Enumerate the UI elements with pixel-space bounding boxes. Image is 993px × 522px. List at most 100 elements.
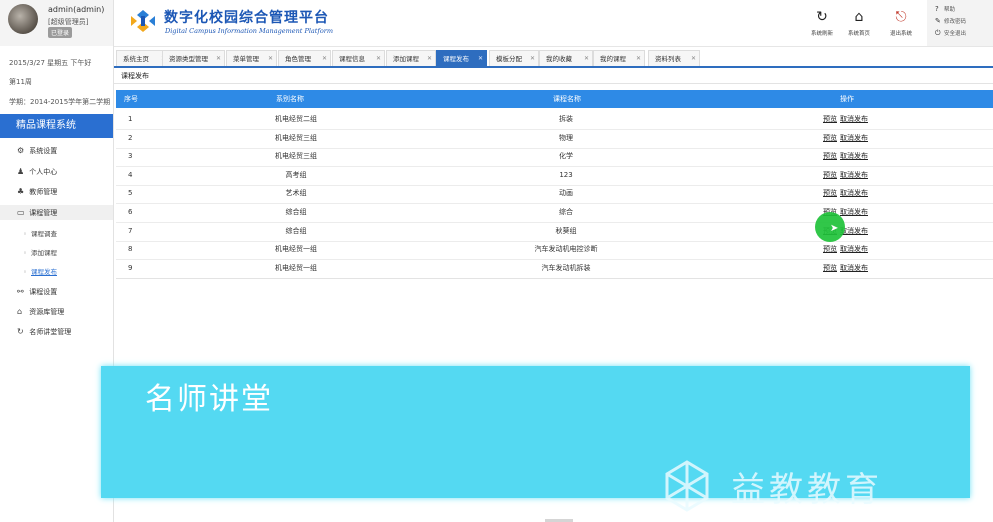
preview-link[interactable]: 预览 bbox=[823, 264, 837, 272]
unpublish-link[interactable]: 取消发布 bbox=[840, 171, 868, 179]
header: 数字化校园综合管理平台 Digital Campus Information M… bbox=[114, 0, 993, 47]
week-text: 第11周 bbox=[9, 78, 32, 86]
tab-label: 模板分配 bbox=[496, 55, 522, 63]
close-icon[interactable]: ✕ bbox=[584, 51, 589, 67]
close-icon[interactable]: ✕ bbox=[530, 51, 535, 67]
department-name: 机电经贸一组 bbox=[275, 245, 317, 254]
app-subtitle: Digital Campus Information Management Pl… bbox=[165, 27, 334, 35]
pencil-icon: ✎ bbox=[935, 17, 941, 25]
user-panel: admin(admin) [超级管理员] 已登录 bbox=[0, 0, 113, 46]
preview-link[interactable]: 预览 bbox=[823, 171, 837, 179]
row-number: 1 bbox=[128, 115, 133, 123]
tab-label: 添加课程 bbox=[393, 55, 419, 63]
course-name: 汽车发动机拆装 bbox=[541, 263, 591, 272]
tab-course-publish[interactable]: 课程发布 ✕ bbox=[436, 50, 487, 66]
course-name: 动画 bbox=[559, 189, 573, 198]
sidebar-item-course-settings[interactable]: ⚯ 课程设置 bbox=[17, 287, 57, 297]
sidebar-subitem-course-survey[interactable]: ◦ 课程调查 bbox=[23, 228, 57, 238]
sidebar-subitem-add-course[interactable]: ◦ 添加课程 bbox=[23, 247, 57, 257]
close-icon[interactable]: ✕ bbox=[376, 51, 381, 67]
tab-label: 菜单管理 bbox=[233, 55, 259, 63]
unpublish-link[interactable]: 取消发布 bbox=[840, 134, 868, 142]
refresh-icon: ↻ bbox=[816, 9, 828, 25]
group-icon: ♣ bbox=[17, 187, 25, 196]
table-row: 6综合组综合预览取消发布 bbox=[116, 203, 993, 223]
sidebar-item-label: 课程设置 bbox=[29, 288, 58, 296]
sidebar-item-resource-library[interactable]: ⌂ 资源库管理 bbox=[17, 307, 64, 317]
close-icon[interactable]: ✕ bbox=[216, 51, 221, 67]
table-row: 5 艺术组 动画 预览 取消发布 bbox=[116, 184, 993, 205]
sidebar-item-lecture-management[interactable]: ↻ 名师讲堂管理 bbox=[17, 327, 71, 337]
user-name: admin(admin) bbox=[48, 5, 105, 14]
department-name: 机电经贸二组 bbox=[275, 115, 317, 123]
row-actions: 预览取消发布 bbox=[823, 259, 871, 278]
course-name: 汽车发动机电控诊断 bbox=[534, 245, 598, 254]
unpublish-link[interactable]: 取消发布 bbox=[840, 115, 868, 123]
home-icon: ⌂ bbox=[854, 9, 864, 25]
close-icon[interactable]: ✕ bbox=[636, 51, 641, 67]
close-icon[interactable]: ✕ bbox=[478, 51, 483, 67]
link-icon: ⚯ bbox=[17, 287, 24, 296]
user-icon: ♟ bbox=[17, 167, 25, 176]
close-icon[interactable]: ✕ bbox=[268, 51, 273, 67]
bullet-icon: ◦ bbox=[23, 230, 27, 238]
exit-button[interactable]: ⎋ 退出系统 bbox=[881, 9, 921, 37]
unpublish-link[interactable]: 取消发布 bbox=[840, 245, 868, 253]
help-icon: ? bbox=[935, 5, 939, 13]
video-banner: 名师讲堂 益教教育 bbox=[101, 366, 970, 512]
table-row: 8 机电经贸一组 汽车发动机电控诊断 预览 取消发布 bbox=[116, 240, 993, 261]
unpublish-link[interactable]: 取消发布 bbox=[840, 152, 868, 160]
unpublish-link[interactable]: 取消发布 bbox=[840, 189, 868, 197]
column-header-course: 课程名称 bbox=[553, 95, 581, 103]
row-number: 2 bbox=[128, 133, 133, 142]
department-name: 艺术组 bbox=[285, 189, 307, 198]
sidebar-subitem-course-publish[interactable]: ◦ 课程发布 bbox=[23, 266, 57, 276]
tab-my-favorites[interactable]: 我的收藏 ✕ bbox=[539, 50, 593, 66]
tab-role-management[interactable]: 角色管理 ✕ bbox=[278, 50, 331, 66]
change-password-link[interactable]: ✎ 修改密码 bbox=[935, 17, 966, 25]
tab-my-courses[interactable]: 我的课程 ✕ bbox=[593, 50, 645, 66]
help-link[interactable]: ? 帮助 bbox=[935, 5, 955, 13]
refresh-button[interactable]: ↻ 系统刷新 bbox=[802, 9, 842, 37]
tab-resource-types[interactable]: 资源类型管理 ✕ bbox=[162, 50, 225, 66]
close-icon[interactable]: ✕ bbox=[427, 51, 432, 67]
bank-icon: ⌂ bbox=[17, 307, 23, 316]
tab-label: 课程发布 bbox=[443, 55, 469, 63]
row-actions: 预览取消发布 bbox=[823, 240, 871, 259]
sidebar-item-label: 个人中心 bbox=[29, 168, 58, 176]
divider bbox=[116, 278, 993, 279]
tab-course-info[interactable]: 课程信息 ✕ bbox=[332, 50, 385, 66]
preview-link[interactable]: 预览 bbox=[823, 189, 837, 197]
sidebar-item-course-management[interactable]: ▭ 课程管理 bbox=[17, 208, 57, 218]
tab-label: 资料列表 bbox=[655, 55, 681, 63]
tab-template-assign[interactable]: 模板分配 ✕ bbox=[489, 50, 539, 66]
row-number: 6 bbox=[128, 208, 133, 216]
department-name: 机电经贸一组 bbox=[275, 263, 317, 272]
home-button[interactable]: ⌂ 系统首页 bbox=[839, 9, 879, 37]
sidebar-item-teacher-management[interactable]: ♣ 教师管理 bbox=[17, 187, 57, 197]
table-row: 3 机电经贸三组 化学 预览 取消发布 bbox=[116, 147, 993, 168]
sidebar-item-system-settings[interactable]: ⚙ 系统设置 bbox=[17, 146, 57, 156]
unpublish-link[interactable]: 取消发布 bbox=[840, 264, 868, 272]
sidebar-item-personal-center[interactable]: ♟ 个人中心 bbox=[17, 167, 57, 177]
logout-link[interactable]: ⏻ 安全退出 bbox=[935, 29, 966, 38]
preview-link[interactable]: 预览 bbox=[823, 152, 837, 160]
row-number: 7 bbox=[128, 226, 133, 235]
close-icon[interactable]: ✕ bbox=[691, 51, 696, 67]
unpublish-link[interactable]: 取消发布 bbox=[840, 208, 868, 216]
table-row: 7综合组秋葵组预览取消发布 bbox=[116, 222, 993, 242]
preview-link[interactable]: 预览 bbox=[823, 134, 837, 142]
system-title[interactable]: 精品课程系统 bbox=[0, 114, 113, 138]
exit-label: 退出系统 bbox=[889, 31, 912, 37]
preview-link[interactable]: 预览 bbox=[823, 245, 837, 253]
tab-label: 角色管理 bbox=[285, 55, 311, 63]
sidebar: admin(admin) [超级管理员] 已登录 2015/3/27 星期五 下… bbox=[0, 0, 114, 522]
tab-menu-management[interactable]: 菜单管理 ✕ bbox=[226, 50, 277, 66]
preview-link[interactable]: 预览 bbox=[823, 115, 837, 123]
tab-material-list[interactable]: 资料列表 ✕ bbox=[648, 50, 700, 66]
tab-add-course[interactable]: 添加课程 ✕ bbox=[386, 50, 436, 66]
avatar[interactable] bbox=[8, 4, 38, 34]
course-name: 123 bbox=[559, 170, 573, 179]
course-name: 综合 bbox=[559, 208, 573, 216]
close-icon[interactable]: ✕ bbox=[322, 51, 327, 67]
